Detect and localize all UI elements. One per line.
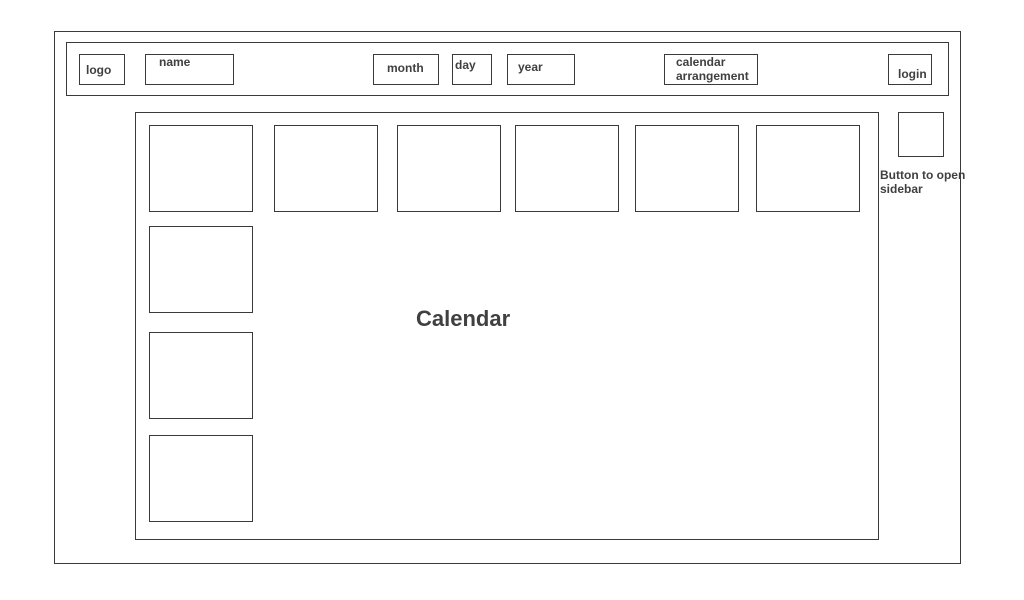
year-label: year xyxy=(518,60,543,74)
calendar-cell[interactable] xyxy=(635,125,739,212)
logo-label: logo xyxy=(86,63,112,77)
calendar-cell[interactable] xyxy=(149,226,253,313)
calendar-cell[interactable] xyxy=(149,332,253,419)
name-label: name xyxy=(159,55,191,69)
open-sidebar-button[interactable] xyxy=(898,112,944,157)
calendar-cell[interactable] xyxy=(149,435,253,522)
calendar-arrangement-label: calendar arrangement xyxy=(676,55,749,83)
calendar-cell[interactable] xyxy=(756,125,860,212)
login-label: login xyxy=(898,67,927,81)
open-sidebar-caption: Button to open sidebar xyxy=(880,168,966,196)
month-selector[interactable]: month xyxy=(373,54,439,85)
login-button[interactable]: login xyxy=(888,54,932,85)
month-label: month xyxy=(387,61,424,75)
logo-box[interactable]: logo xyxy=(79,54,125,85)
name-box[interactable]: name xyxy=(145,54,234,85)
year-selector[interactable]: year xyxy=(507,54,575,85)
day-selector[interactable]: day xyxy=(452,54,492,85)
calendar-title: Calendar xyxy=(416,306,511,331)
calendar-cell[interactable] xyxy=(274,125,378,212)
day-label: day xyxy=(455,58,476,72)
calendar-cell[interactable] xyxy=(397,125,501,212)
calendar-cell[interactable] xyxy=(515,125,619,212)
calendar-cell[interactable] xyxy=(149,125,253,212)
calendar-arrangement-selector[interactable]: calendar arrangement xyxy=(664,54,758,85)
